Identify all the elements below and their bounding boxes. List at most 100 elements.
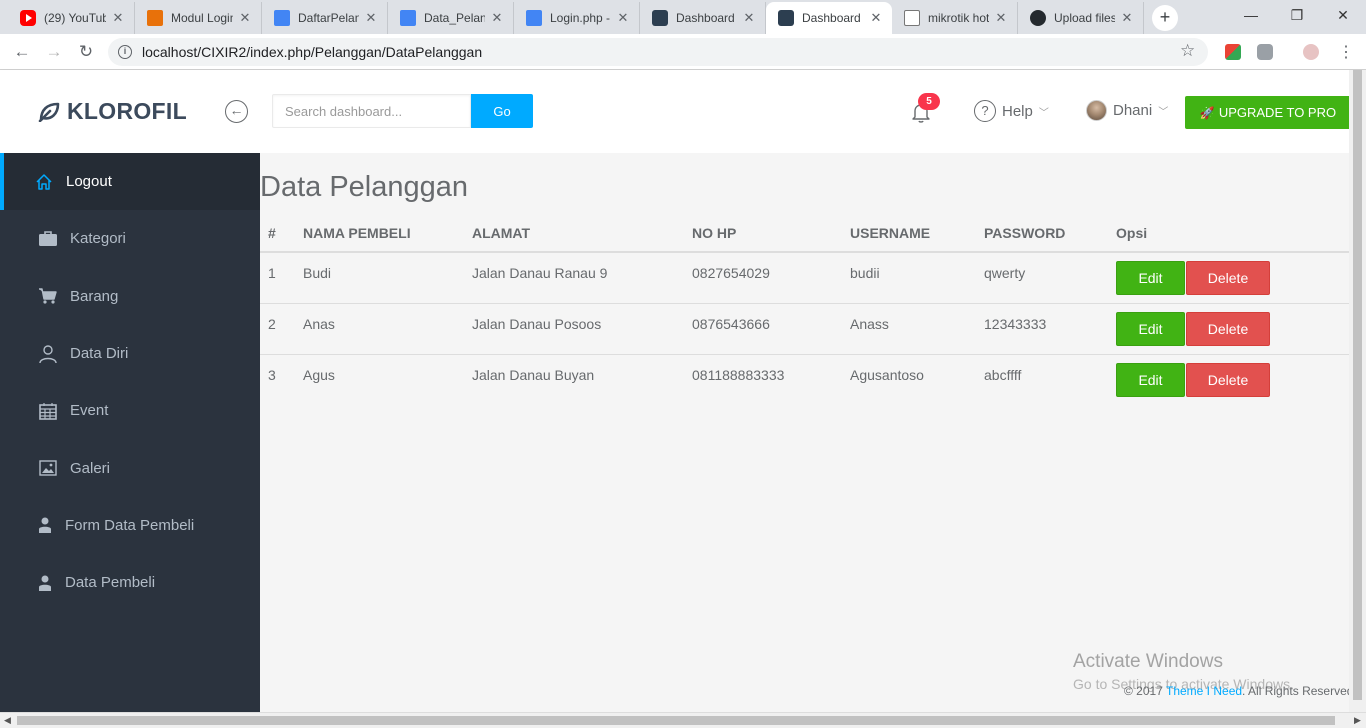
cell-alamat: Jalan Danau Posoos [464,303,684,355]
close-tab-icon[interactable]: ✕ [489,10,505,26]
browser-tab[interactable]: (29) YouTube ✕ [8,2,135,34]
customer-table: # NAMA PEMBELI ALAMAT NO HP USERNAME PAS… [260,214,1366,405]
close-window-icon[interactable]: ✕ [1320,0,1366,30]
cell-nama: Anas [295,303,464,355]
browser-tab[interactable]: Modul Login ✕ [135,2,262,34]
sidebar-item-label: Barang [70,287,119,305]
horizontal-scrollbar-thumb[interactable] [17,716,1335,725]
calendar-icon [38,401,58,421]
cell-username: Anass [842,303,976,355]
upgrade-to-pro-button[interactable]: 🚀 UPGRADE TO PRO [1185,96,1351,129]
google-docs-icon [274,10,290,26]
delete-button[interactable]: Delete [1186,261,1270,295]
column-header: Opsi [1108,214,1366,253]
extension-icon[interactable] [1225,44,1241,60]
google-docs-icon [526,10,542,26]
column-header: ALAMAT [464,214,684,253]
column-header: USERNAME [842,214,976,253]
minimize-window-icon[interactable]: — [1228,0,1274,30]
user-menu-dropdown[interactable]: Dhani ﹀ [1086,100,1168,121]
row-number: 2 [260,303,295,355]
sidebar-item-label: Kategori [70,230,126,248]
close-tab-icon[interactable]: ✕ [741,10,757,26]
browser-menu-icon[interactable]: ⋮ [1338,42,1354,62]
browser-tab-active[interactable]: Dashboard ✕ [766,2,892,34]
browser-tab[interactable]: Login.php - ✕ [514,2,640,34]
browser-tab[interactable]: Dashboard ✕ [640,2,766,34]
tab-title: DaftarPelanggan [298,11,359,25]
url-field[interactable]: i localhost/CIXIR2/index.php/Pelanggan/D… [108,38,1208,66]
edit-button[interactable]: Edit [1116,362,1185,397]
search-go-button[interactable]: Go [471,94,533,128]
horizontal-scrollbar[interactable]: ◀ ▶ [0,712,1366,728]
browser-tab-strip: (29) YouTube ✕ Modul Login ✕ DaftarPelan… [0,0,1366,34]
search-input[interactable] [272,94,471,128]
sidebar-item-event[interactable]: Event [0,382,260,439]
person-icon [38,573,52,593]
new-tab-button[interactable]: + [1152,5,1178,31]
sidebar-item-data-diri[interactable]: Data Diri [0,325,260,382]
cell-password: abcffff [984,366,1022,383]
url-text: localhost/CIXIR2/index.php/Pelanggan/Dat… [142,44,483,60]
close-tab-icon[interactable]: ✕ [615,10,631,26]
sidebar-item-galeri[interactable]: Galeri [0,439,260,496]
restore-window-icon[interactable]: ❐ [1274,0,1320,30]
brand-logo[interactable]: KLOROFIL [38,98,187,125]
browser-tab[interactable]: Data_Pelanggan ✕ [388,2,514,34]
browser-tab[interactable]: DaftarPelanggan ✕ [262,2,388,34]
column-header: NO HP [684,214,842,253]
chevron-down-icon: ﹀ [1158,107,1169,118]
tab-title: Modul Login [171,11,233,25]
browser-tab[interactable]: mikrotik hotspot ✕ [892,2,1018,34]
scroll-right-arrow-icon[interactable]: ▶ [1354,715,1361,726]
sidebar-item-data-pembeli[interactable]: Data Pembeli [0,554,260,611]
scroll-left-arrow-icon[interactable]: ◀ [4,715,11,726]
back-arrow-icon[interactable]: ← [10,40,34,64]
camera-extension-icon[interactable] [1257,44,1273,60]
bookmark-star-icon[interactable]: ☆ [1180,41,1195,61]
sidebar-item-kategori[interactable]: Kategori [0,210,260,267]
sidebar-nav: Logout Kategori Barang Data Diri Event G… [0,153,260,712]
close-tab-icon[interactable]: ✕ [237,10,253,26]
edit-button[interactable]: Edit [1116,261,1185,295]
delete-button[interactable]: Delete [1186,311,1270,346]
vertical-scrollbar[interactable] [1349,70,1366,712]
app-navbar: KLOROFIL ← Go 5 ? Help ﹀ Dhani ﹀ 🚀 UPGRA… [0,70,1366,153]
profile-avatar-icon[interactable] [1303,44,1319,60]
sidebar-item-logout[interactable]: Logout [0,153,260,211]
close-tab-icon[interactable]: ✕ [110,10,126,26]
notification-count-badge: 5 [918,93,940,110]
table-row: 3 Agus Jalan Danau Buyan 081188883333 Ag… [260,354,1366,405]
sidebar-item-label: Data Diri [70,345,129,363]
user-icon [38,344,58,364]
cell-no-hp: 081188883333 [692,366,785,383]
cell-nama: Budi [295,252,464,304]
table-row: 2 Anas Jalan Danau Posoos 0876543666 Ana… [260,303,1366,355]
footer-theme-link[interactable]: Theme I Need [1166,684,1242,698]
close-tab-icon[interactable]: ✕ [868,10,884,26]
close-tab-icon[interactable]: ✕ [993,10,1009,26]
edit-button[interactable]: Edit [1116,311,1185,346]
cell-username: budii [842,252,976,304]
help-dropdown[interactable]: ? Help ﹀ [974,100,1049,122]
user-avatar [1086,100,1107,121]
browser-tab[interactable]: Upload files ✕ [1018,2,1144,34]
close-tab-icon[interactable]: ✕ [1119,10,1135,26]
cart-icon [38,286,58,306]
sidebar-item-barang[interactable]: Barang [0,268,260,325]
sidebar-item-form-data-pembeli[interactable]: Form Data Pembeli [0,497,260,554]
close-tab-icon[interactable]: ✕ [363,10,379,26]
image-icon [38,458,58,478]
klorofil-leaf-icon [778,10,794,26]
tab-title: mikrotik hotspot [928,11,989,25]
delete-button[interactable]: Delete [1186,362,1270,397]
chevron-down-icon: ﹀ [1038,107,1049,119]
sidebar-toggle-arrow-icon[interactable]: ← [225,100,248,123]
site-info-icon[interactable]: i [118,45,132,59]
vertical-scrollbar-thumb[interactable] [1353,70,1362,700]
forward-arrow-icon[interactable]: → [42,40,66,64]
sidebar-item-label: Galeri [70,459,111,477]
user-name: Dhani [1113,102,1153,119]
google-docs-icon [400,10,416,26]
reload-icon[interactable]: ↻ [74,40,98,64]
